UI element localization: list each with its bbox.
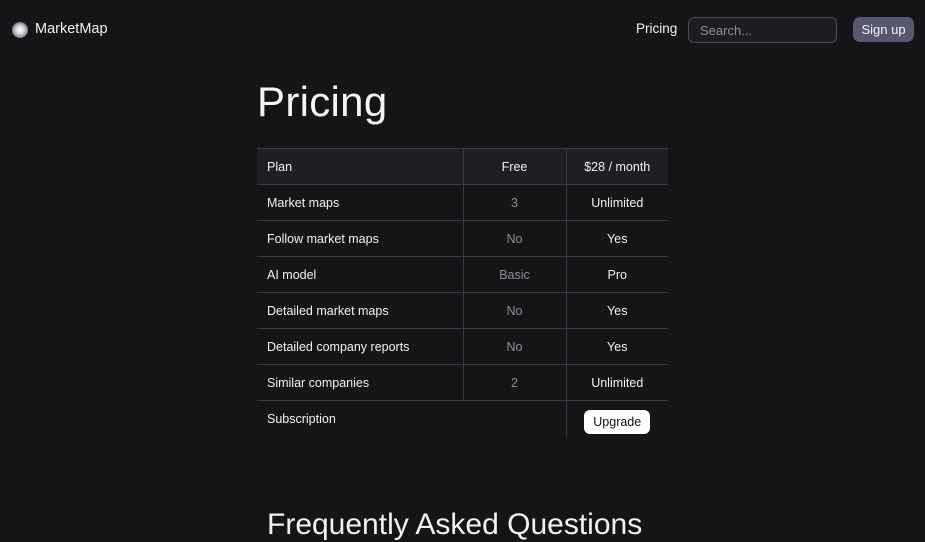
subscription-label: Subscription	[257, 400, 463, 437]
free-cell: No	[463, 328, 567, 365]
table-row: Detailed market maps No Yes	[257, 292, 668, 329]
nav-pricing-link[interactable]: Pricing	[636, 21, 677, 36]
paid-cell: Yes	[566, 292, 668, 329]
table-row: Detailed company reports No Yes	[257, 328, 668, 365]
feature-cell: AI model	[257, 256, 464, 293]
header-free: Free	[463, 148, 567, 185]
free-cell: 2	[463, 364, 567, 401]
free-cell: Basic	[463, 256, 567, 293]
table-row: AI model Basic Pro	[257, 256, 668, 293]
table-row: Similar companies 2 Unlimited	[257, 364, 668, 401]
free-cell: No	[463, 292, 567, 329]
free-cell: 3	[463, 184, 567, 221]
top-nav: MarketMap Pricing Sign up	[0, 0, 925, 60]
paid-cell: Yes	[566, 220, 668, 257]
free-cell: No	[463, 220, 567, 257]
header-paid: $28 / month	[566, 148, 668, 185]
table-row: Market maps 3 Unlimited	[257, 184, 668, 221]
paid-cell: Unlimited	[566, 364, 668, 401]
subscription-paid-cell: Upgrade	[566, 400, 668, 437]
feature-cell: Follow market maps	[257, 220, 464, 257]
signup-button[interactable]: Sign up	[853, 17, 914, 42]
feature-cell: Market maps	[257, 184, 464, 221]
header-plan: Plan	[257, 148, 464, 185]
feature-cell: Detailed market maps	[257, 292, 464, 329]
subscription-row: Subscription Upgrade	[257, 400, 668, 437]
search-input[interactable]	[688, 17, 837, 43]
faq-title: Frequently Asked Questions	[267, 508, 643, 541]
upgrade-button[interactable]: Upgrade	[584, 409, 651, 434]
table-row: Follow market maps No Yes	[257, 220, 668, 257]
subscription-free-cell	[463, 400, 567, 437]
table-header-row: Plan Free $28 / month	[257, 148, 668, 185]
paid-cell: Pro	[566, 256, 668, 293]
logo-icon[interactable]	[12, 22, 28, 38]
feature-cell: Detailed company reports	[257, 328, 464, 365]
page-title: Pricing	[257, 78, 388, 125]
feature-cell: Similar companies	[257, 364, 464, 401]
paid-cell: Yes	[566, 328, 668, 365]
brand-name[interactable]: MarketMap	[35, 21, 108, 37]
paid-cell: Unlimited	[566, 184, 668, 221]
pricing-table: Plan Free $28 / month Market maps 3 Unli…	[257, 148, 668, 437]
